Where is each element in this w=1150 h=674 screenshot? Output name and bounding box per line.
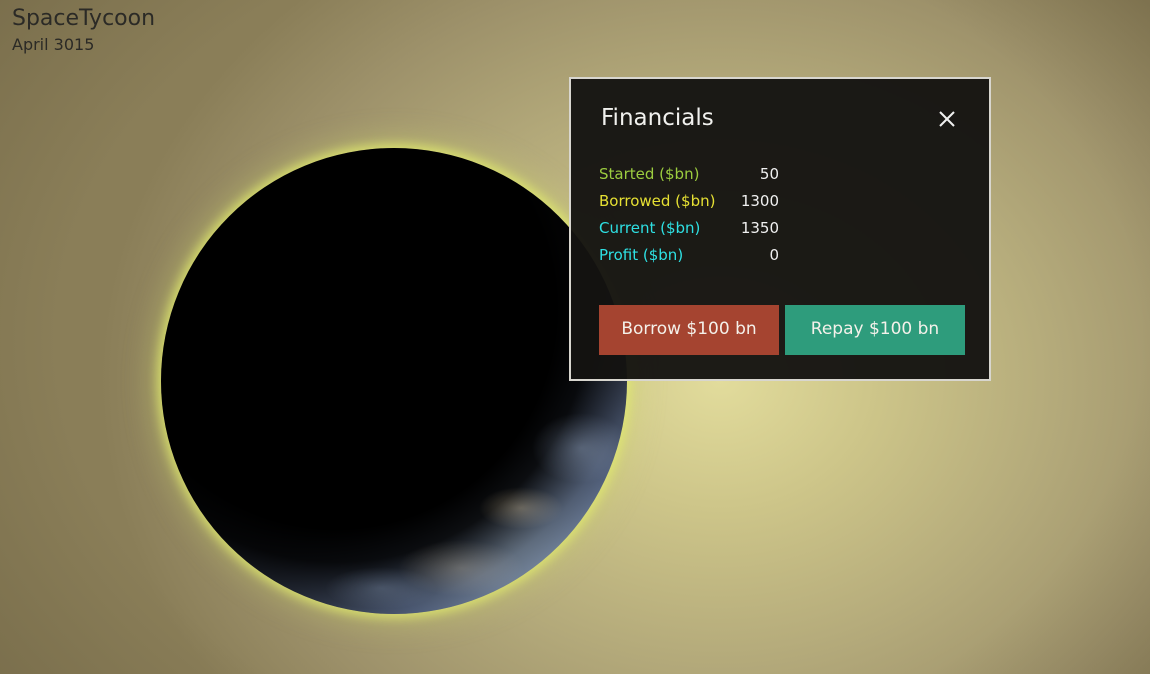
planet-terrain bbox=[161, 148, 627, 614]
row-value: 0 bbox=[769, 246, 779, 264]
planet[interactable] bbox=[161, 148, 627, 614]
row-value: 1350 bbox=[740, 219, 779, 237]
row-label: Current ($bn) bbox=[599, 219, 701, 237]
panel-title: Financials bbox=[601, 105, 714, 131]
row-value: 50 bbox=[759, 165, 779, 183]
close-icon[interactable] bbox=[935, 107, 959, 131]
row-borrowed: Borrowed ($bn) 1300 bbox=[599, 190, 779, 217]
hud: SpaceTycoon April 3015 bbox=[12, 6, 155, 56]
row-label: Profit ($bn) bbox=[599, 246, 684, 264]
financials-panel: Financials Started ($bn) 50 Borrowed ($b… bbox=[569, 77, 991, 381]
row-label: Borrowed ($bn) bbox=[599, 192, 716, 210]
game-date: April 3015 bbox=[12, 35, 95, 54]
row-current: Current ($bn) 1350 bbox=[599, 217, 779, 244]
borrow-button[interactable]: Borrow $100 bn bbox=[599, 305, 779, 355]
financials-table: Started ($bn) 50 Borrowed ($bn) 1300 Cur… bbox=[599, 163, 779, 271]
game-title: SpaceTycoon bbox=[12, 6, 156, 31]
row-started: Started ($bn) 50 bbox=[599, 163, 779, 190]
row-profit: Profit ($bn) 0 bbox=[599, 244, 779, 271]
repay-button[interactable]: Repay $100 bn bbox=[785, 305, 965, 355]
row-value: 1300 bbox=[740, 192, 779, 210]
row-label: Started ($bn) bbox=[599, 165, 700, 183]
